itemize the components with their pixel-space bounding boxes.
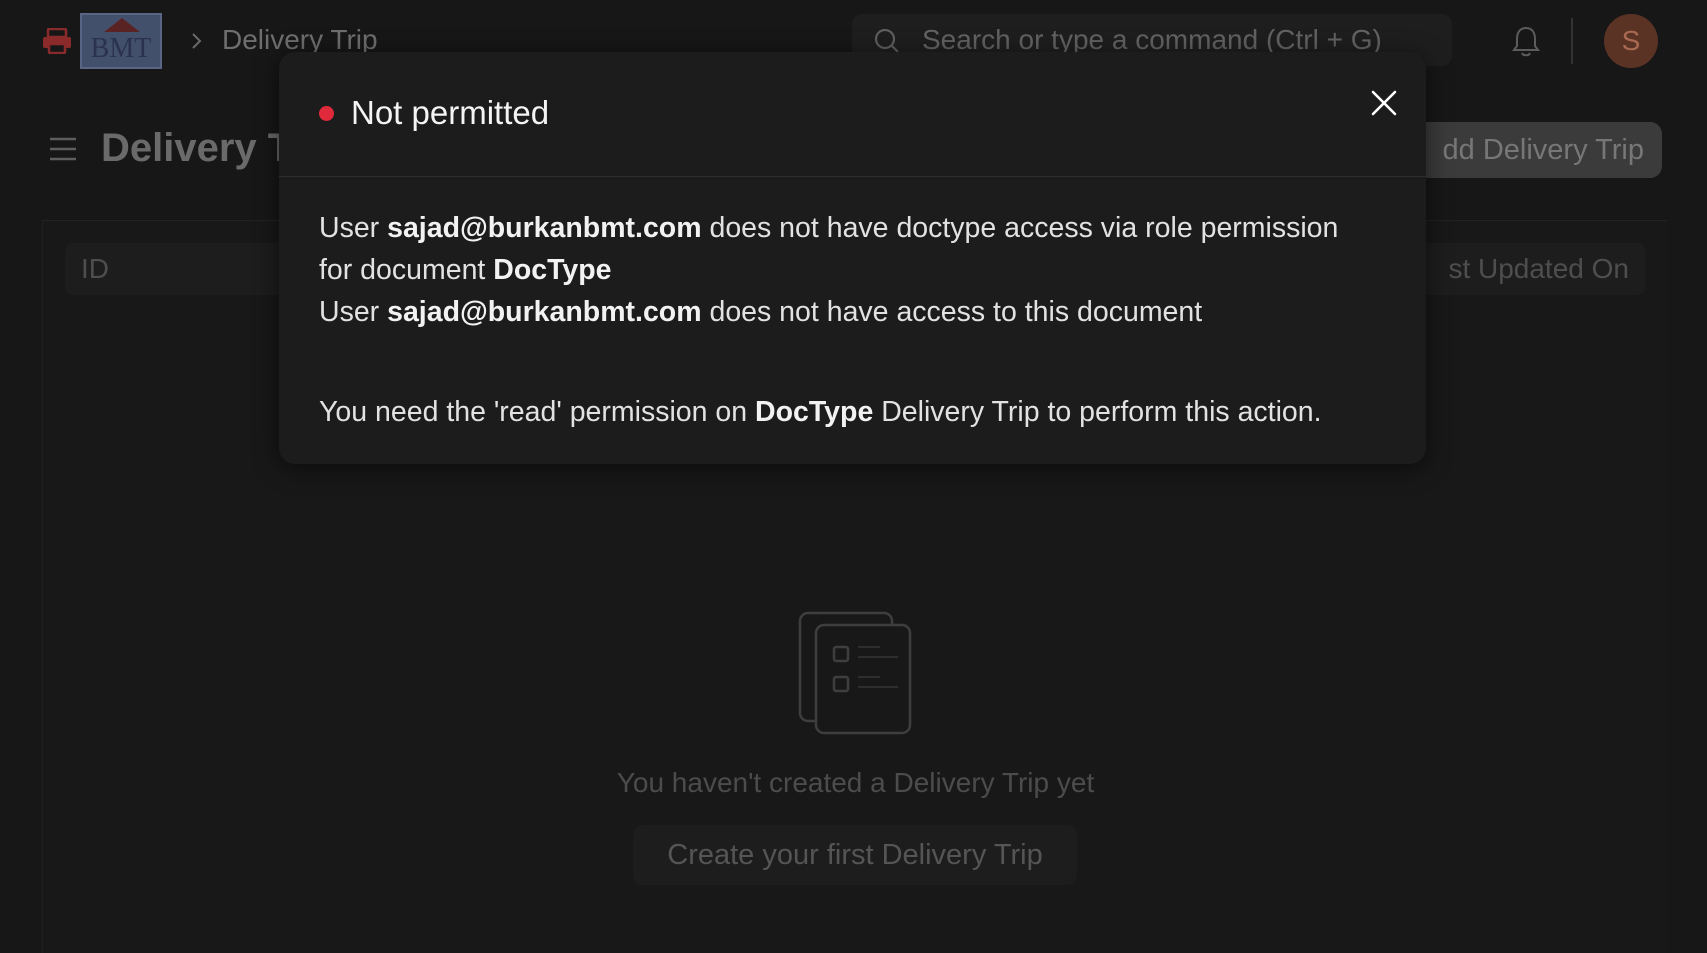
message-line-2: for document DocType [319, 249, 1399, 291]
chevron-right-icon [192, 33, 202, 49]
column-id[interactable]: ID [81, 253, 109, 285]
message-doctype: DocType [755, 396, 874, 428]
message-user: sajad@burkanbmt.com [387, 212, 702, 244]
printer-icon[interactable] [42, 28, 72, 54]
message-text: Delivery Trip to perform this action. [873, 396, 1322, 428]
message-doctype: DocType [493, 254, 612, 286]
dialog-header: Not permitted [279, 52, 1426, 177]
message-line-1: User sajad@burkanbmt.com does not have d… [319, 207, 1399, 249]
search-icon [874, 28, 899, 53]
message-text: for document [319, 254, 494, 286]
message-text: User [319, 212, 388, 244]
message-user: sajad@burkanbmt.com [387, 296, 702, 328]
close-icon[interactable] [1369, 88, 1399, 118]
message-text: does not have access to this document [701, 296, 1203, 328]
dialog-title: Not permitted [351, 94, 550, 131]
error-status-dot [319, 106, 334, 121]
not-permitted-dialog: Not permitted User sajad@burkanbmt.com d… [279, 52, 1426, 464]
company-logo[interactable]: BMT [80, 13, 162, 69]
hamburger-icon[interactable] [48, 134, 78, 164]
dialog-message: User sajad@burkanbmt.com does not have d… [319, 207, 1399, 433]
logo-text: BMT [90, 33, 152, 64]
page-title: Delivery T [101, 126, 293, 170]
message-line-3: User sajad@burkanbmt.com does not have a… [319, 291, 1399, 333]
message-text: does not have doctype access via role pe… [701, 212, 1339, 244]
message-line-4: You need the 'read' permission on DocTyp… [319, 391, 1399, 433]
logo-roof [104, 18, 140, 32]
avatar-initial: S [1621, 25, 1641, 56]
list-document-icon [798, 611, 912, 735]
message-text: User [319, 296, 388, 328]
create-first-delivery-trip-button[interactable]: Create your first Delivery Trip [633, 825, 1077, 885]
avatar[interactable]: S [1604, 14, 1658, 68]
column-last-updated[interactable]: st Updated On [1448, 253, 1629, 285]
bell-icon[interactable] [1510, 25, 1542, 59]
empty-state-message: You haven't created a Delivery Trip yet [616, 767, 1095, 798]
message-text: You need the 'read' permission on [319, 396, 756, 428]
navbar-divider [1571, 18, 1573, 64]
